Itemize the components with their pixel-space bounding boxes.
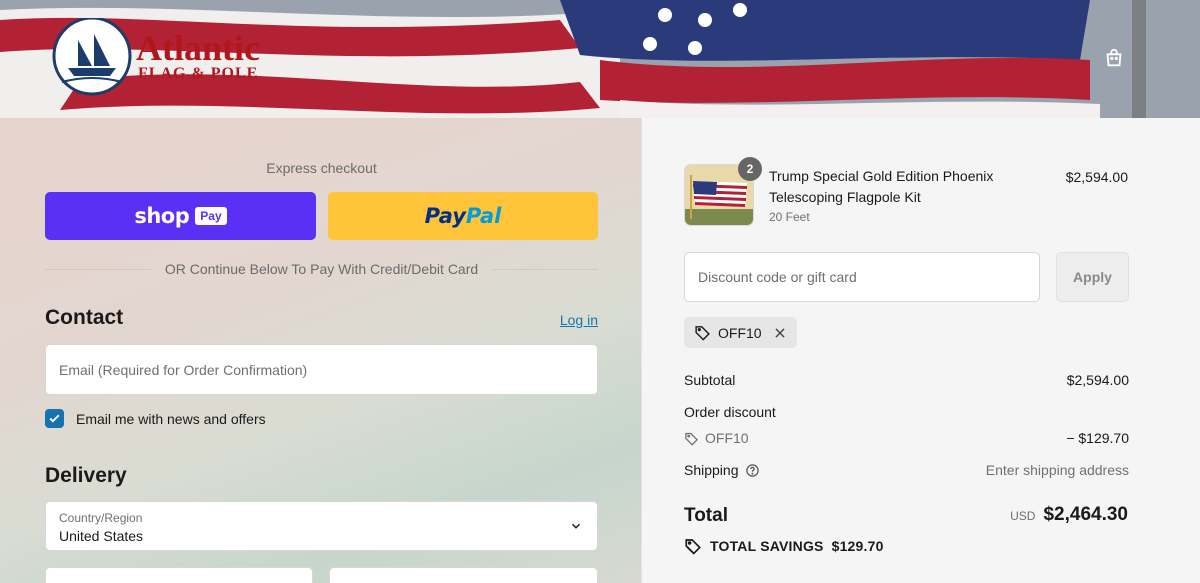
product-price: $2,594.00 (1065, 169, 1128, 185)
remove-discount-button[interactable] (773, 326, 787, 340)
order-discount-label: Order discount (684, 404, 776, 420)
shop-pay-badge: Pay (195, 207, 227, 225)
shop-pay-wordmark: shop (134, 204, 190, 228)
login-link[interactable]: Log in (540, 312, 598, 328)
cart-button[interactable] (1100, 44, 1128, 72)
header-banner: Atlantic FLAG & POLE (0, 0, 1200, 118)
applied-discount-code: OFF10 (718, 324, 762, 341)
newsletter-checkbox[interactable] (45, 409, 64, 428)
svg-text:FLAG & POLE: FLAG & POLE (138, 65, 258, 82)
shipping-label: Shipping (684, 462, 739, 478)
email-placeholder: Email (Required for Order Confirmation) (59, 361, 308, 378)
newsletter-label: Email me with news and offers (76, 410, 266, 427)
country-region-label: Country/Region (59, 511, 143, 525)
apply-discount-button[interactable]: Apply (1056, 252, 1129, 302)
atlantic-flag-pole-logo[interactable]: Atlantic FLAG & POLE (52, 16, 312, 98)
help-icon[interactable] (745, 463, 760, 478)
paypal-wordmark-pal: Pal (465, 204, 502, 228)
savings-tag-icon (685, 539, 701, 555)
shopping-bag-icon (1106, 48, 1122, 67)
country-region-select[interactable]: Country/Region United States (45, 501, 598, 551)
contact-title: Contact (45, 306, 124, 329)
shipping-row: Shipping Enter shipping address (684, 462, 1129, 478)
first-name-field[interactable] (45, 567, 313, 583)
divider-line-right (492, 268, 599, 270)
tag-icon (685, 432, 699, 446)
savings-label: TOTAL SAVINGS (710, 538, 824, 554)
close-icon (774, 327, 785, 338)
discount-code-placeholder: Discount code or gift card (698, 269, 857, 285)
divider-text: OR Continue Below To Pay With Credit/Deb… (164, 261, 479, 277)
delivery-title: Delivery (45, 464, 127, 487)
email-field[interactable]: Email (Required for Order Confirmation) (45, 344, 598, 395)
product-title: Trump Special Gold Edition Phoenix Teles… (769, 168, 994, 205)
divider-line-left (45, 268, 151, 270)
quantity-badge: 2 (738, 157, 762, 181)
savings-value: $129.70 (831, 538, 884, 554)
paypal-button[interactable]: Pay Pal (328, 192, 598, 240)
express-checkout-title: Express checkout (266, 160, 377, 176)
shipping-value: Enter shipping address (985, 462, 1129, 478)
total-value: $2,464.30 (1043, 504, 1128, 525)
country-region-value: United States (59, 528, 144, 544)
newsletter-checkbox-row[interactable]: Email me with news and offers (45, 409, 266, 428)
last-name-field[interactable] (329, 567, 598, 583)
currency-code: USD (1010, 509, 1036, 523)
paypal-wordmark-pay: Pay (424, 204, 466, 228)
total-label: Total (684, 505, 728, 526)
chevron-down-icon (571, 523, 581, 529)
total-value-group: USD $2,464.30 (1010, 504, 1128, 526)
subtotal-row: Subtotal $2,594.00 (684, 372, 1129, 388)
discount-code-label: OFF10 (705, 430, 749, 446)
applied-discount-chip: OFF10 (684, 317, 797, 348)
subtotal-label: Subtotal (684, 372, 736, 388)
payment-divider: OR Continue Below To Pay With Credit/Deb… (45, 260, 599, 278)
checkout-form-column: Express checkout shop Pay Pay Pal OR Cont… (0, 118, 641, 583)
discount-detail-row: OFF10 − $129.70 (684, 430, 1129, 449)
total-savings: TOTAL SAVINGS $129.70 (684, 537, 884, 555)
tag-icon (695, 326, 710, 341)
svg-text:Atlantic: Atlantic (136, 28, 260, 68)
checkmark-icon (49, 414, 60, 423)
shop-pay-button[interactable]: shop Pay (45, 192, 316, 240)
order-summary-column: 2 Trump Special Gold Edition Phoenix Tel… (641, 118, 1200, 583)
product-variant: 20 Feet (769, 210, 810, 224)
discount-code-field[interactable]: Discount code or gift card (684, 252, 1040, 302)
subtotal-value: $2,594.00 (1066, 372, 1129, 388)
discount-value: − $129.70 (1066, 430, 1129, 446)
order-discount-row: Order discount (684, 404, 1129, 420)
